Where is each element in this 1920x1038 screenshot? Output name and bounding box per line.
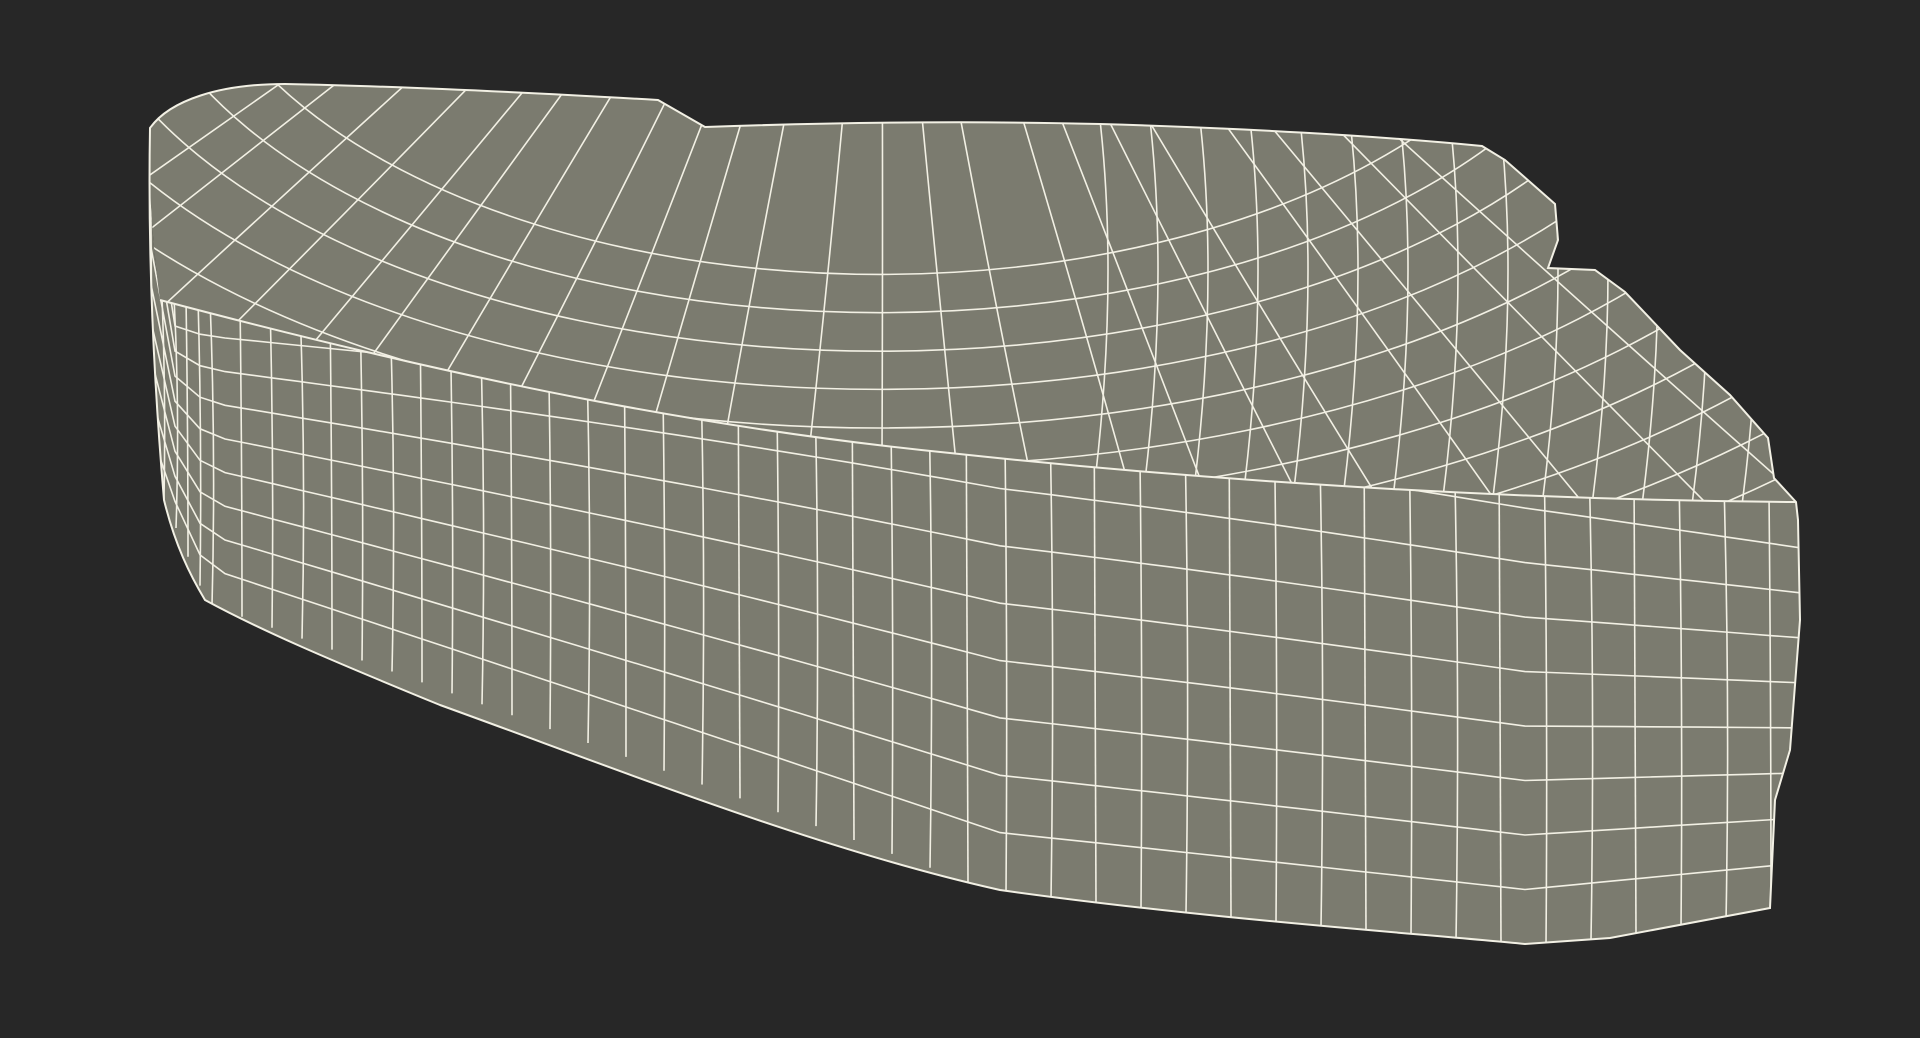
top-radial-edge (880, 0, 1920, 65)
wireframe-mesh (0, 0, 1920, 946)
top-radial-edge (0, 0, 880, 65)
top-radial-edge (879, 84, 1796, 130)
mesh-body (0, 0, 1920, 946)
render-viewport (0, 0, 1920, 1038)
